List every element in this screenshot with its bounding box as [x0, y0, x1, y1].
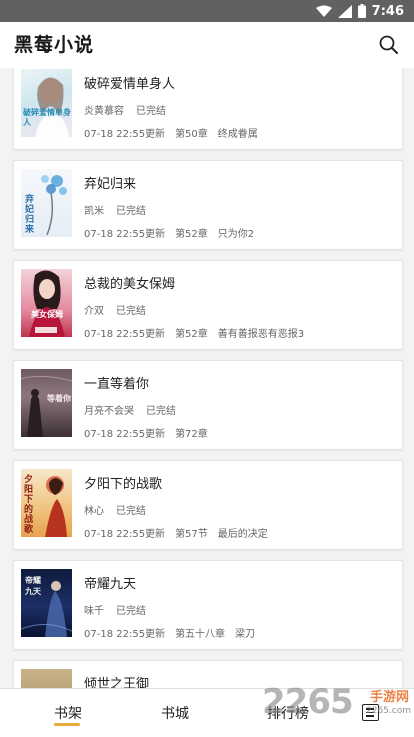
- book-meta: 炎黄慕容 已完结: [84, 102, 178, 117]
- book-title: 破碎爱情单身人: [84, 77, 176, 92]
- app-title: 黑莓小说: [14, 34, 95, 56]
- cover-title: 夕阳下的战歌: [24, 475, 34, 535]
- book-card[interactable]: 弃妃归来 弃妃归来 凯米 已完结 07-18 22:55更新 第52章 只为你2: [13, 160, 403, 250]
- book-meta: 凯米 已完结: [84, 202, 158, 217]
- book-status: 已完结: [116, 206, 146, 217]
- book-author: 凯米: [84, 206, 104, 217]
- book-update: 07-18 22:55更新 第57节 最后的决定: [84, 525, 278, 540]
- book-cover: 帝耀九天: [21, 569, 72, 637]
- book-cover: 夕阳下的战歌: [21, 469, 72, 537]
- update-time: 07-18 22:55更新: [84, 229, 166, 240]
- latest-chapter: 第72章: [175, 429, 208, 440]
- chapter-title: 梁刀: [235, 629, 256, 640]
- bottom-nav: 书架 书城 排行榜: [0, 688, 414, 737]
- book-meta: 味千 已完结: [84, 602, 158, 617]
- book-status: 已完结: [136, 106, 166, 117]
- nav-bookshelf[interactable]: 书架: [54, 703, 82, 723]
- status-bar: 7:46: [0, 0, 414, 22]
- book-meta: 介双 已完结: [84, 302, 158, 317]
- latest-chapter: 第五十八章: [175, 629, 226, 640]
- signal-icon: [337, 4, 352, 18]
- nav-bookstore[interactable]: 书城: [161, 703, 189, 723]
- book-meta: 林心 已完结: [84, 502, 158, 517]
- update-time: 07-18 22:55更新: [84, 529, 166, 540]
- book-author: 介双: [84, 306, 104, 317]
- cover-title: 帝耀九天: [25, 575, 41, 596]
- book-card[interactable]: 夕阳下的战歌 夕阳下的战歌 林心 已完结 07-18 22:55更新 第57节 最后的…: [13, 460, 403, 550]
- book-status: 已完结: [146, 406, 176, 417]
- book-status: 已完结: [116, 606, 146, 617]
- search-icon: [379, 35, 398, 54]
- latest-chapter: 第52章: [175, 229, 208, 240]
- book-cover: 弃妃归来: [21, 169, 72, 237]
- book-update: 07-18 22:55更新 第50章 终成眷属: [84, 125, 268, 140]
- book-status: 已完结: [116, 506, 146, 517]
- book-cover: 等着你: [21, 369, 72, 437]
- latest-chapter: 第50章: [175, 129, 208, 140]
- book-cover: 美女保姆: [21, 269, 72, 337]
- battery-icon: [357, 4, 366, 18]
- latest-chapter: 第57节: [175, 529, 208, 540]
- book-author: 炎黄慕容: [84, 106, 124, 117]
- chapter-title: 善有善报恶有恶报3: [217, 329, 305, 340]
- book-title: 倾世之王御: [84, 677, 150, 688]
- book-card[interactable]: 帝耀九天 帝耀九天 味千 已完结 07-18 22:55更新 第五十八章 梁刀: [13, 560, 403, 650]
- book-cover: [21, 669, 72, 688]
- book-update: 07-18 22:55更新 第五十八章 梁刀: [84, 625, 265, 640]
- book-update: 07-18 22:55更新 第52章 只为你2: [84, 225, 264, 240]
- chapter-title: 只为你2: [217, 229, 255, 240]
- chapter-title: 终成眷属: [217, 129, 258, 140]
- cover-title: 破碎爱情单身人: [23, 107, 71, 127]
- app-header: 黑莓小说: [0, 22, 414, 68]
- active-tab-indicator: [54, 723, 80, 726]
- search-button[interactable]: [378, 34, 400, 56]
- cover-title: 等着你: [47, 393, 71, 403]
- status-icons: 7:46: [315, 3, 404, 19]
- book-title: 帝耀九天: [84, 577, 137, 592]
- book-card[interactable]: 破碎爱情单身人 破碎爱情单身人 炎黄慕容 已完结 07-18 22:55更新 第50…: [13, 68, 403, 150]
- book-status: 已完结: [116, 306, 146, 317]
- cover-title: 美女保姆: [31, 309, 63, 319]
- book-author: 林心: [84, 506, 104, 517]
- latest-chapter: 第52章: [175, 329, 208, 340]
- book-card[interactable]: 等着你 一直等着你 月亮不会哭 已完结 07-18 22:55更新 第72章: [13, 360, 403, 450]
- book-card[interactable]: 倾世之王御: [13, 660, 403, 688]
- book-author: 味千: [84, 606, 104, 617]
- book-title: 弃妃归来: [84, 177, 137, 192]
- update-time: 07-18 22:55更新: [84, 629, 166, 640]
- book-author: 月亮不会哭: [84, 406, 134, 417]
- chapter-title: 最后的决定: [217, 529, 268, 540]
- book-card[interactable]: 美女保姆 总裁的美女保姆 介双 已完结 07-18 22:55更新 第52章 善有善报…: [13, 260, 403, 350]
- update-time: 07-18 22:55更新: [84, 129, 166, 140]
- update-time: 07-18 22:55更新: [84, 429, 166, 440]
- book-meta: 月亮不会哭 已完结: [84, 402, 188, 417]
- book-list[interactable]: 破碎爱情单身人 破碎爱情单身人 炎黄慕容 已完结 07-18 22:55更新 第50…: [0, 68, 414, 688]
- menu-icon[interactable]: [362, 704, 379, 721]
- wifi-icon: [315, 5, 332, 17]
- cover-title: 弃妃归来: [25, 195, 35, 235]
- update-time: 07-18 22:55更新: [84, 329, 166, 340]
- nav-ranking[interactable]: 排行榜: [267, 703, 309, 723]
- status-time: 7:46: [371, 3, 404, 19]
- book-title: 一直等着你: [84, 377, 150, 392]
- book-title: 总裁的美女保姆: [84, 277, 176, 292]
- book-update: 07-18 22:55更新 第72章: [84, 425, 228, 440]
- book-update: 07-18 22:55更新 第52章 善有善报恶有恶报3: [84, 325, 314, 340]
- book-cover: 破碎爱情单身人: [21, 69, 72, 137]
- book-title: 夕阳下的战歌: [84, 477, 163, 492]
